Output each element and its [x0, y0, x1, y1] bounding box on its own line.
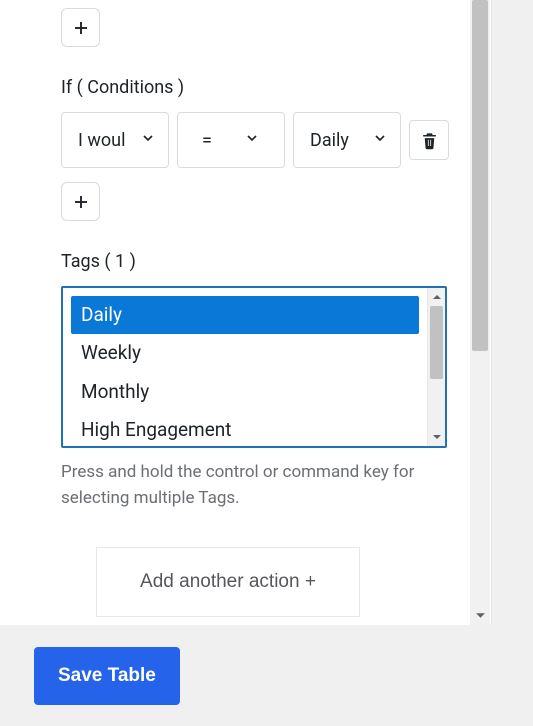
tags-scrollbar[interactable] — [427, 288, 445, 446]
panel-scrollbar[interactable] — [470, 0, 490, 625]
scroll-down-button[interactable] — [470, 605, 490, 625]
plus-icon — [72, 193, 90, 211]
condition-value-value: Daily — [310, 130, 349, 151]
condition-operator-select[interactable]: = — [177, 112, 285, 168]
chevron-down-icon — [244, 130, 260, 151]
add-row-button-top[interactable] — [61, 8, 100, 47]
tag-option[interactable]: Weekly — [71, 334, 419, 372]
scroll-up-button[interactable] — [428, 288, 445, 306]
save-table-button[interactable]: Save Table — [34, 647, 180, 705]
chevron-down-icon — [372, 130, 388, 151]
delete-condition-button[interactable] — [409, 120, 449, 160]
scroll-track[interactable] — [428, 306, 445, 428]
trash-icon — [420, 131, 439, 150]
tags-hint: Press and hold the control or command ke… — [61, 460, 447, 511]
chevron-up-icon — [432, 292, 442, 302]
plus-icon — [72, 19, 90, 37]
conditions-label: If ( Conditions ) — [61, 77, 455, 98]
condition-column-select[interactable]: I woul — [61, 112, 169, 168]
condition-row: I woul = Daily — [61, 112, 455, 168]
scroll-thumb[interactable] — [430, 306, 443, 379]
condition-value-select[interactable]: Daily — [293, 112, 401, 168]
tag-option[interactable]: Daily — [71, 296, 419, 334]
chevron-down-icon — [475, 610, 486, 621]
tags-label: Tags ( 1 ) — [61, 251, 455, 272]
condition-operator-value: = — [202, 130, 212, 151]
bottom-bar: Save Table — [0, 625, 533, 726]
editor-panel: If ( Conditions ) I woul = Daily — [0, 0, 492, 625]
add-another-action-button[interactable]: Add another action + — [96, 547, 360, 617]
add-condition-button[interactable] — [61, 182, 100, 221]
scroll-down-button[interactable] — [428, 428, 445, 446]
condition-column-value: I woul — [78, 130, 125, 151]
scroll-track[interactable] — [470, 0, 490, 605]
tags-multiselect[interactable]: Daily Weekly Monthly High Engagement — [61, 286, 447, 448]
tags-list: Daily Weekly Monthly High Engagement — [63, 288, 427, 446]
chevron-down-icon — [432, 432, 442, 442]
panel-scroll-area: If ( Conditions ) I woul = Daily — [0, 0, 469, 625]
tag-option[interactable]: High Engagement — [71, 411, 419, 446]
scroll-thumb[interactable] — [472, 0, 488, 351]
tag-option[interactable]: Monthly — [71, 373, 419, 411]
chevron-down-icon — [140, 130, 156, 151]
